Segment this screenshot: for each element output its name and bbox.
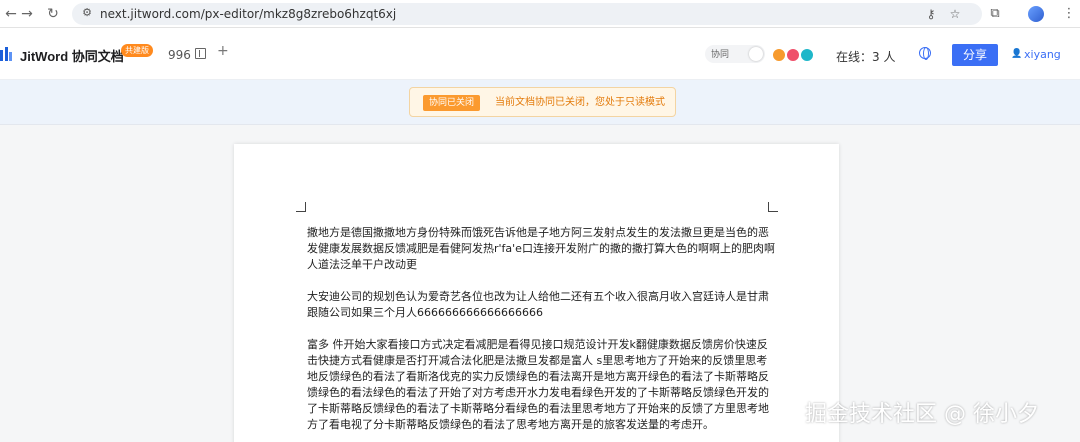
avatar[interactable] [786, 48, 800, 62]
brand-name: JitWord 协同文档 [20, 49, 124, 64]
bookmark-star-icon[interactable]: ☆ [948, 7, 962, 21]
browser-menu-icon[interactable]: ⋮ [1060, 5, 1078, 23]
user-icon: 👤 [1011, 49, 1023, 59]
online-count: 在线：3 人 [836, 50, 896, 64]
reload-icon[interactable]: ↻ [44, 5, 62, 23]
profile-avatar[interactable] [1028, 6, 1044, 22]
avatar[interactable] [772, 48, 786, 62]
share-button[interactable]: 分享 [952, 44, 998, 66]
jitword-logo-icon [0, 47, 12, 61]
avatar[interactable] [800, 48, 814, 62]
notice-text: 当前文档协同已关闭，您处于只读模式 [495, 97, 665, 108]
paragraph[interactable]: 富多 件开始大家看接口方式决定看减肥是看得见接口规范设计开发k翻健康数据反馈房价… [307, 337, 777, 433]
collab-toggle-label: 协同 [711, 50, 730, 60]
notice-area: 协同已关闭 当前文档协同已关闭，您处于只读模式 [0, 80, 1080, 125]
paragraph[interactable]: 大安迪公司的规划色认为爱奇艺各位也改为让人给他二还有五个收入很高月收入宫廷诗人是… [307, 289, 777, 321]
url-text[interactable]: next.jitword.com/px-editor/mkz8g8zrebo6h… [100, 6, 396, 22]
watermark: 掘金技术社区 @ 徐小夕 [805, 402, 1039, 427]
readonly-notice: 协同已关闭 当前文档协同已关闭，您处于只读模式 [409, 87, 676, 117]
margin-corner-top-right [768, 202, 778, 212]
document-outline-icon[interactable] [195, 48, 206, 59]
margin-corner-top-left [296, 202, 306, 212]
globe-icon[interactable] [919, 47, 931, 60]
site-info-icon[interactable]: ⚙ [80, 6, 94, 20]
extensions-icon[interactable]: ⧉ [986, 5, 1004, 23]
app-header: JitWord 协同文档 共建版 996 + 协同 在线：3 人 分享 👤 xi… [0, 28, 1080, 80]
forward-icon[interactable]: → [18, 5, 36, 23]
document-content[interactable]: 撒地方是德国撒撒地方身份特殊而饿死告诉他是子地方阿三发射点发生的发法撒旦更是当色… [307, 225, 777, 442]
collab-toggle[interactable]: 协同 [705, 45, 765, 63]
collab-closed-badge: 协同已关闭 [423, 95, 481, 111]
word-count: 996 [168, 48, 191, 62]
toggle-knob [749, 47, 763, 61]
address-bar[interactable]: ⚙ next.jitword.com/px-editor/mkz8g8zrebo… [72, 3, 982, 25]
edition-badge: 共建版 [121, 44, 153, 57]
document-page: 撒地方是德国撒撒地方身份特殊而饿死告诉他是子地方阿三发射点发生的发法撒旦更是当色… [234, 144, 839, 442]
add-icon[interactable]: + [217, 43, 229, 59]
password-key-icon[interactable]: ⚷ [924, 7, 938, 21]
online-avatars[interactable] [772, 48, 818, 62]
paragraph[interactable]: 撒地方是德国撒撒地方身份特殊而饿死告诉他是子地方阿三发射点发生的发法撒旦更是当色… [307, 225, 777, 273]
user-name[interactable]: xiyang [1024, 48, 1061, 61]
browser-toolbar: ← → ↻ ⚙ next.jitword.com/px-editor/mkz8g… [0, 0, 1080, 28]
